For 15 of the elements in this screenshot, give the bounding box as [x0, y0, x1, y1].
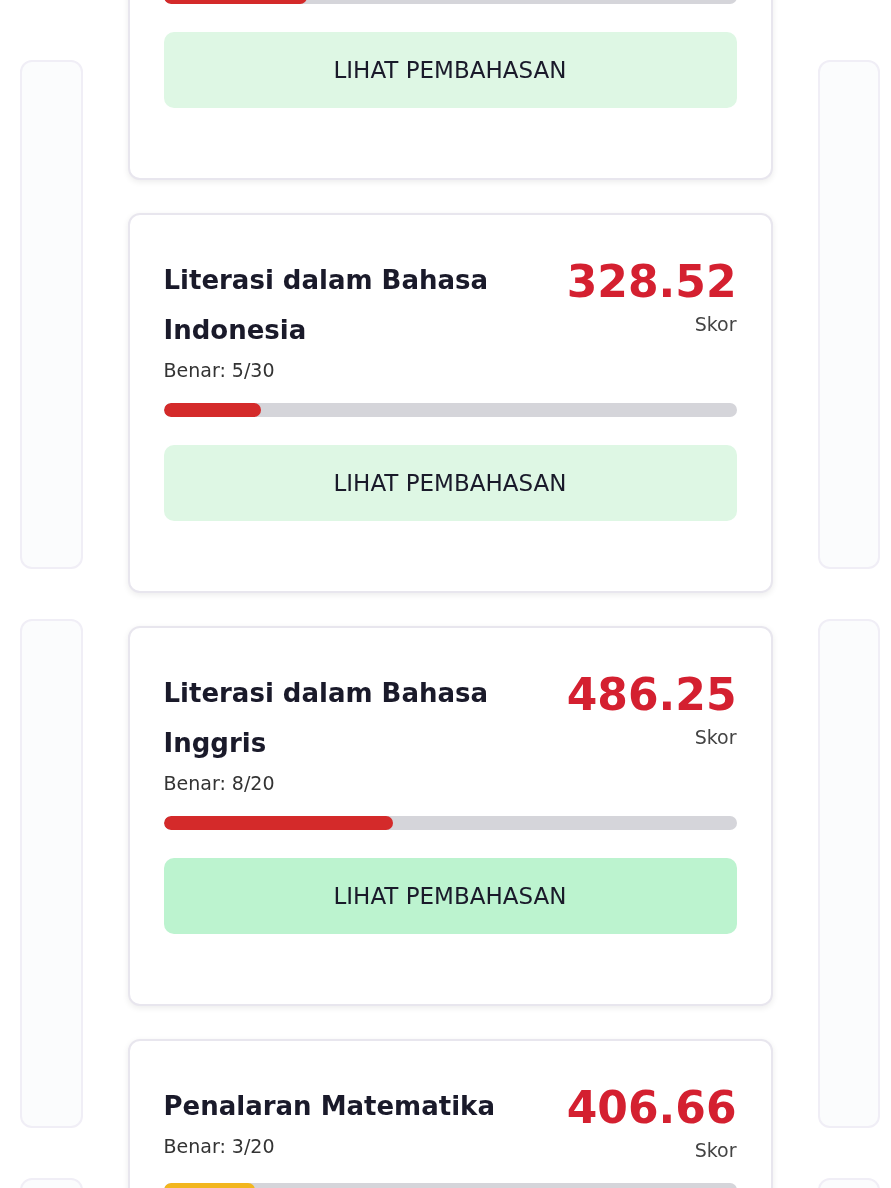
correct-count: Benar: 3/20: [163, 1135, 276, 1157]
score-label: Skor: [694, 1139, 737, 1161]
score-value: 328.52: [566, 255, 737, 309]
correct-count: Benar: 8/20: [163, 772, 276, 794]
view-discussion-button[interactable]: LIHAT PEMBAHASAN: [163, 32, 737, 108]
view-discussion-button[interactable]: LIHAT PEMBAHASAN: [163, 858, 737, 934]
score-label: Skor: [694, 726, 737, 748]
score-value: 406.66: [566, 1081, 737, 1135]
score-value: 486.25: [566, 668, 737, 722]
subject-title: Penalaran Matematika: [163, 1090, 496, 1123]
score-label: Skor: [694, 313, 737, 335]
subject-title: Literasi dalam Bahasa Inggris: [163, 677, 490, 760]
view-discussion-button[interactable]: LIHAT PEMBAHASAN: [163, 445, 737, 521]
subject-title: Literasi dalam Bahasa Indonesia: [163, 264, 490, 347]
correct-count: Benar: 5/30: [163, 359, 276, 381]
